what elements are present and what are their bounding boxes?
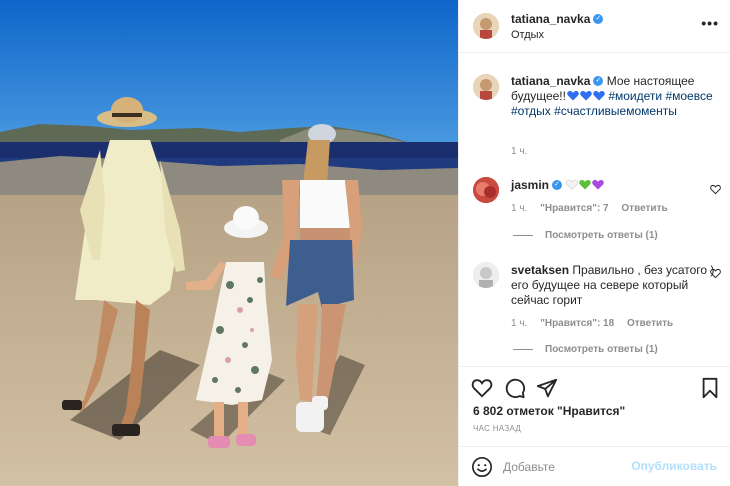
add-comment-bar: Опубликовать	[459, 446, 730, 486]
verified-icon: ✓	[593, 75, 604, 86]
divider-line	[513, 349, 533, 350]
post-sidebar: tatiana_navka ✓ Отдых ••• tatiana_navka ✓ …	[458, 0, 730, 486]
publish-button[interactable]: Опубликовать	[631, 459, 717, 473]
comment-meta: 1 ч. "Нравится": 7 Ответить	[511, 203, 668, 214]
green-heart-icon	[579, 180, 592, 190]
emoji-icon[interactable]	[471, 456, 493, 478]
blue-heart-icon	[567, 91, 579, 101]
reply-button[interactable]: Ответить	[621, 203, 667, 214]
reply-button[interactable]: Ответить	[627, 318, 673, 329]
comment-text: svetaksen Правильно , без усатого ) его …	[511, 263, 715, 307]
instagram-post: tatiana_navka ✓ Отдых ••• tatiana_navka ✓ …	[0, 0, 730, 486]
bookmark-icon[interactable]	[699, 377, 721, 399]
verified-icon: ✓	[593, 13, 604, 24]
caption-avatar[interactable]	[473, 74, 499, 100]
divider-line	[513, 235, 533, 236]
comment-likes[interactable]: "Нравится": 18	[540, 318, 614, 329]
heart-icon[interactable]	[471, 377, 493, 399]
blue-heart-icon	[580, 91, 592, 101]
hashtag[interactable]: #счастливыемоменты	[554, 104, 677, 118]
post-actions: 6 802 отметок "Нравится" ЧАС НАЗАД	[459, 366, 730, 446]
view-replies-button[interactable]: Посмотреть ответы (1)	[513, 344, 658, 355]
comment-icon[interactable]	[504, 377, 526, 399]
more-icon[interactable]: •••	[701, 15, 719, 31]
caption-time[interactable]: 1 ч.	[511, 146, 527, 157]
caption-meta: 1 ч.	[511, 146, 537, 157]
verified-icon: ✓	[552, 179, 563, 190]
share-icon[interactable]	[536, 377, 558, 399]
post-time[interactable]: ЧАС НАЗАД	[473, 424, 521, 433]
comment-avatar[interactable]	[473, 177, 499, 203]
comment-username[interactable]: svetaksen	[511, 263, 569, 277]
comments-section[interactable]: tatiana_navka ✓ Мое настоящее будущее!! #…	[459, 54, 730, 366]
post-photo[interactable]	[0, 0, 458, 486]
post-location[interactable]: Отдых	[511, 29, 544, 41]
white-heart-icon	[566, 179, 579, 190]
comment-likes[interactable]: "Нравится": 7	[540, 203, 609, 214]
author-avatar[interactable]	[473, 13, 499, 39]
hashtag[interactable]: #моевсе	[665, 89, 712, 103]
hashtag[interactable]: #отдых	[511, 104, 551, 118]
post-header: tatiana_navka ✓ Отдых •••	[459, 0, 730, 53]
hashtag[interactable]: #моидети	[608, 89, 662, 103]
beach-family-photo	[0, 0, 458, 486]
comment-meta: 1 ч. "Нравится": 18 Ответить	[511, 318, 674, 329]
likes-count[interactable]: 6 802 отметок "Нравится"	[473, 404, 625, 418]
like-comment-heart-icon[interactable]	[710, 184, 721, 195]
comment-avatar[interactable]	[473, 262, 499, 288]
author-username[interactable]: tatiana_navka ✓	[511, 12, 604, 26]
view-replies-button[interactable]: Посмотреть ответы (1)	[513, 230, 658, 241]
caption-text: tatiana_navka ✓ Мое настоящее будущее!! #…	[511, 74, 721, 119]
blue-heart-icon	[593, 91, 605, 101]
like-comment-heart-icon[interactable]	[710, 268, 721, 279]
caption-username[interactable]: tatiana_navka	[511, 74, 590, 88]
comment-text: jasmin ✓	[511, 178, 721, 193]
purple-heart-icon	[592, 180, 605, 190]
comment-username[interactable]: jasmin	[511, 178, 549, 192]
